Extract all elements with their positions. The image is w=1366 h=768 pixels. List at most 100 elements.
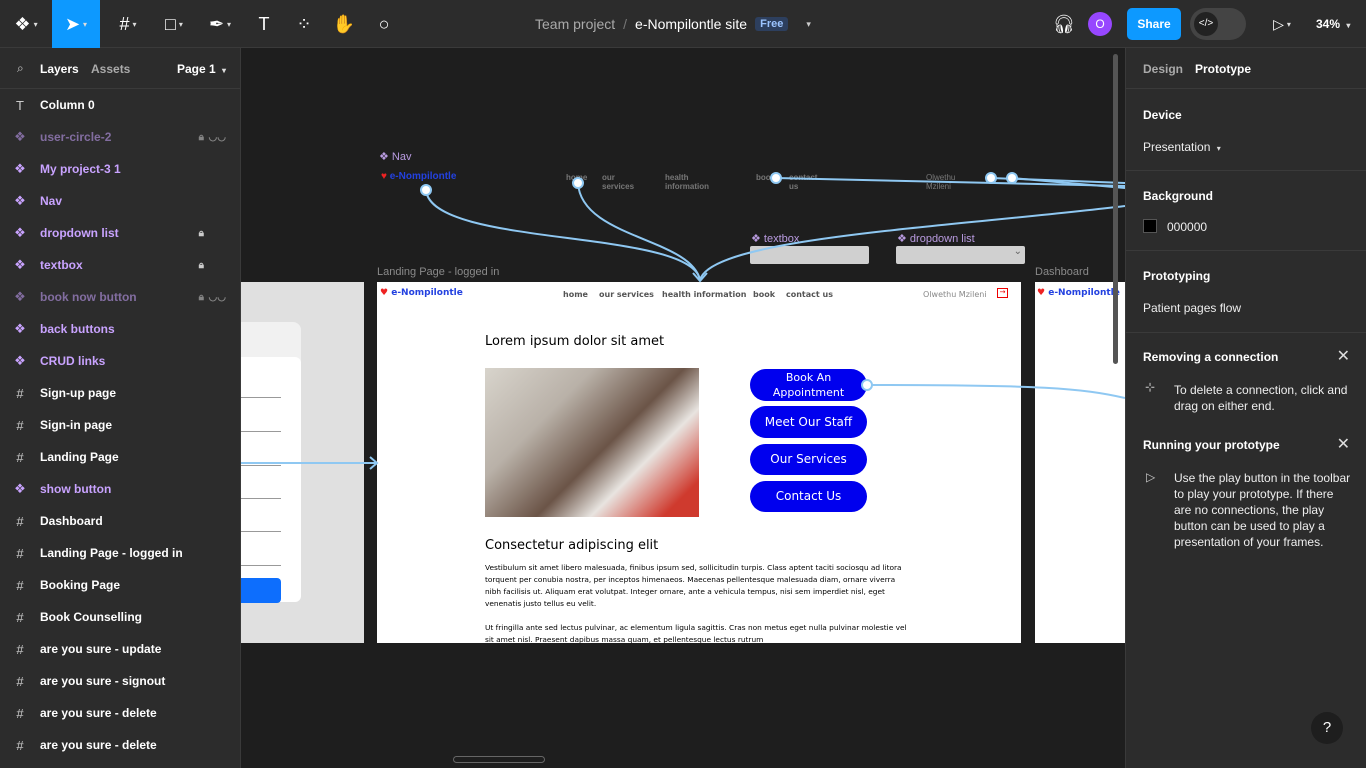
pen-tool-button[interactable]: ✒ ▾ (200, 0, 240, 48)
comment-tool-button[interactable]: ○ (370, 0, 398, 48)
play-icon: ▷ (1146, 470, 1156, 484)
layer-name: back buttons (40, 322, 115, 336)
text-icon: T (258, 13, 270, 34)
layer-item[interactable]: ❖ Nav (0, 185, 240, 217)
layer-item[interactable]: # Sign-in page (0, 409, 240, 441)
move-tool-button[interactable]: ➤ ▾ (52, 0, 100, 48)
running-prototype-title: Running your prototype (1143, 438, 1280, 452)
connection-handle[interactable] (861, 379, 873, 391)
project-name[interactable]: Team project (535, 16, 615, 32)
frame-icon: # (16, 449, 24, 465)
layer-item[interactable]: ❖ user-circle-2 🔒︎ ◡◡ (0, 121, 240, 153)
layer-name: are you sure - update (40, 642, 162, 656)
layer-item[interactable]: ❖ dropdown list 🔒︎ (0, 217, 240, 249)
layer-item[interactable]: # are you sure - delete (0, 697, 240, 729)
layer-item[interactable]: # Booking Page (0, 569, 240, 601)
connection-line[interactable] (699, 205, 1125, 281)
component-icon: ❖ (14, 161, 26, 176)
connection-handle[interactable] (770, 172, 782, 184)
layer-name: book now button (40, 290, 137, 304)
layer-name: CRUD links (40, 354, 106, 368)
lock-icon[interactable]: 🔒︎ (199, 132, 204, 143)
frame-tool-button[interactable]: # ▾ (108, 0, 148, 48)
search-icon[interactable]: ⌕ (17, 61, 24, 76)
lock-icon[interactable]: 🔒︎ (199, 292, 204, 303)
layer-item[interactable]: ❖ show button (0, 473, 240, 505)
file-name[interactable]: e-Nompilontle site (635, 16, 747, 32)
page-name: Page 1 (177, 62, 216, 76)
audio-button[interactable]: 🎧︎ (1052, 0, 1076, 48)
layer-name: are you sure - delete (40, 706, 157, 720)
layer-item[interactable]: # are you sure - delete (0, 729, 240, 761)
layer-item[interactable]: # are you sure - signout (0, 665, 240, 697)
lock-icon[interactable]: 🔒︎ (199, 260, 204, 271)
dev-mode-toggle[interactable]: </> (1190, 8, 1246, 40)
layer-name: Column 0 (40, 98, 95, 112)
tab-design[interactable]: Design (1143, 62, 1183, 76)
hand-tool-button[interactable]: ✋ (330, 0, 358, 48)
horizontal-scrollbar[interactable] (453, 756, 545, 763)
close-icon[interactable]: ✕ (1337, 346, 1350, 366)
layer-item[interactable]: # Dashboard (0, 505, 240, 537)
connection-handle[interactable] (420, 184, 432, 196)
pen-icon: ✒ (208, 13, 225, 34)
layer-item[interactable]: ❖ back buttons (0, 313, 240, 345)
lock-icon[interactable]: 🔒︎ (199, 228, 204, 239)
text-tool-button[interactable]: T (250, 0, 278, 48)
device-title: Device (1143, 108, 1182, 122)
cursor-icon: ➤ (64, 13, 81, 34)
background-title: Background (1143, 189, 1214, 203)
canvas[interactable]: ❖ Nav ♥ e-Nompilontle homeour serviceshe… (241, 48, 1125, 768)
layer-item[interactable]: # Landing Page - logged in (0, 537, 240, 569)
layer-item[interactable]: # Landing Page (0, 441, 240, 473)
hidden-eye-icon[interactable]: ◡◡ (209, 132, 226, 143)
frame-icon: # (16, 609, 24, 625)
main-menu-button[interactable]: ❖ ▾ (6, 0, 46, 48)
help-button[interactable]: ? (1311, 712, 1343, 744)
background-value[interactable]: 000000 (1167, 220, 1207, 234)
flow-item[interactable]: Patient pages flow (1143, 301, 1241, 315)
zoom-level: 34% (1316, 17, 1341, 31)
component-icon: ❖ (14, 193, 26, 208)
frame-icon: # (119, 13, 130, 34)
vertical-scrollbar[interactable] (1113, 54, 1118, 364)
component-icon: ❖ (14, 481, 26, 496)
avatar[interactable]: O (1088, 12, 1112, 36)
hidden-eye-icon[interactable]: ◡◡ (209, 292, 226, 303)
page-selector[interactable]: Page 1 ▾ (177, 62, 226, 76)
connection-line[interactable] (866, 384, 1125, 399)
zoom-menu[interactable]: 34% ▾ (1316, 17, 1350, 31)
headphones-icon: 🎧︎ (1052, 13, 1076, 34)
shape-tool-button[interactable]: □ ▾ (154, 0, 194, 48)
layer-item[interactable]: # are you sure - update (0, 633, 240, 665)
layer-item[interactable]: T Column 0 (0, 89, 240, 121)
tab-layers[interactable]: Layers (40, 62, 79, 76)
layer-item[interactable]: ❖ book now button 🔒︎ ◡◡ (0, 281, 240, 313)
layer-item[interactable]: # Sign-up page (0, 377, 240, 409)
layer-item[interactable]: ❖ textbox 🔒︎ (0, 249, 240, 281)
share-button[interactable]: Share (1127, 8, 1181, 40)
connection-handle[interactable] (985, 172, 997, 184)
frame-icon: # (16, 417, 24, 433)
connection-line[interactable] (577, 182, 701, 281)
figma-logo-icon: ❖ (14, 13, 31, 34)
layer-item[interactable]: ❖ My project-3 1 (0, 153, 240, 185)
tab-prototype[interactable]: Prototype (1195, 62, 1251, 76)
connection-handle[interactable] (1006, 172, 1018, 184)
layers-panel: ⌕ Layers Assets Page 1 ▾ T Column 0 ❖ user-… (0, 48, 241, 768)
background-swatch[interactable] (1143, 219, 1157, 233)
layer-item[interactable]: ❖ CRUD links (0, 345, 240, 377)
frame-icon: # (16, 577, 24, 593)
present-button[interactable]: ▷ ▾ (1262, 0, 1302, 48)
connection-line[interactable] (425, 189, 701, 281)
file-menu-chevron-icon[interactable]: ▾ (806, 19, 811, 30)
close-icon[interactable]: ✕ (1337, 434, 1350, 454)
connection-handle[interactable] (572, 177, 584, 189)
layer-item[interactable]: # Book Counselling (0, 601, 240, 633)
resources-button[interactable]: ⁘ (290, 0, 318, 48)
frame-icon: # (16, 513, 24, 529)
resources-icon: ⁘ (296, 13, 312, 34)
device-select[interactable]: Presentation ▾ (1143, 140, 1221, 154)
prototyping-title: Prototyping (1143, 269, 1211, 283)
tab-assets[interactable]: Assets (91, 62, 130, 76)
